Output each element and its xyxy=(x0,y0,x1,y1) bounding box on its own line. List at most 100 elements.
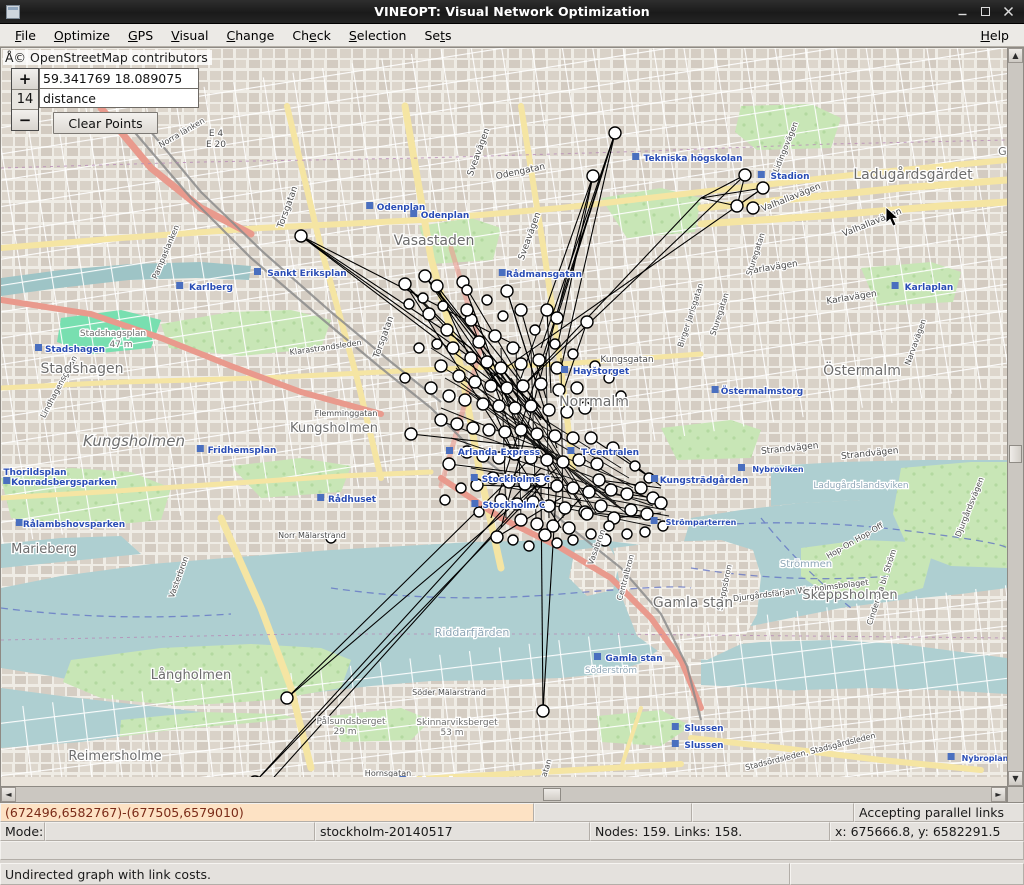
poi-marker-icon xyxy=(176,282,184,289)
map-horizontal-scrollbar-row: ◄ ► xyxy=(0,786,1024,803)
map-label: Stadshagsplan xyxy=(80,329,146,339)
map-label: Stadion xyxy=(771,172,810,182)
map-label: Kungsholmen xyxy=(83,432,185,450)
poi-marker-icon xyxy=(671,740,679,747)
zoom-level-display: 14 xyxy=(12,90,38,110)
cursor-coordinates: x: 675666.8, y: 6582291.5 xyxy=(830,822,1024,841)
poi-marker-icon xyxy=(947,753,955,760)
poi-marker-icon xyxy=(671,723,679,730)
extent-display: (672496,6582767)-(677505,6579010) xyxy=(0,803,534,822)
scroll-up-button[interactable]: ▲ xyxy=(1008,48,1023,63)
map-label: 53 m xyxy=(440,728,463,738)
application-window: VINEOPT: Visual Network Optimization Fil… xyxy=(0,0,1024,885)
map-label: Kungsholmen xyxy=(290,421,378,436)
close-button[interactable] xyxy=(1002,5,1015,18)
map-label: Sankt Eriksplan xyxy=(267,269,346,279)
vertical-scroll-thumb[interactable] xyxy=(1009,445,1022,464)
status-row-3 xyxy=(0,841,1024,860)
poi-marker-icon xyxy=(651,475,658,482)
map-fields: Clear Points xyxy=(39,68,199,134)
map-label: Odenplan xyxy=(421,211,470,221)
map-label: Söder Mälarstrand xyxy=(412,688,486,697)
poi-marker-icon xyxy=(317,494,325,501)
parallel-links-status: Accepting parallel links xyxy=(854,803,1024,822)
map-label: Odenplan xyxy=(377,203,426,213)
clear-points-button[interactable]: Clear Points xyxy=(53,112,158,134)
map-horizontal-scrollbar[interactable]: ◄ ► xyxy=(0,786,1007,803)
window-icon xyxy=(6,4,20,19)
dataset-name: stockholm-20140517 xyxy=(315,822,590,841)
map-label: Hornsgatan xyxy=(365,769,411,777)
poi-marker-icon xyxy=(498,269,506,276)
map-label: Kungsträdgården xyxy=(660,475,749,486)
map-label: Norr Mälarstrand xyxy=(278,531,346,540)
poi-marker-icon xyxy=(757,171,765,178)
map-label: Skeppsholmen xyxy=(802,588,897,603)
poi-marker-icon xyxy=(410,210,418,217)
menu-bar: File Optimize GPS Visual Change Check Se… xyxy=(0,24,1024,47)
status-row-4: Undirected graph with link costs. xyxy=(0,863,1024,885)
map-label: Ladugårdsgärdet xyxy=(853,166,973,183)
scroll-right-button[interactable]: ► xyxy=(991,787,1006,802)
poi-marker-icon xyxy=(446,447,453,454)
scroll-left-button[interactable]: ◄ xyxy=(1,787,16,802)
menu-visual[interactable]: Visual xyxy=(162,26,217,45)
map-viewport[interactable]: Odengatan Sveavägen Sveavägen Torsgatan Tors… xyxy=(0,47,1007,786)
title-bar: VINEOPT: Visual Network Optimization xyxy=(0,0,1024,24)
horizontal-scroll-thumb[interactable] xyxy=(542,788,561,801)
poi-marker-icon xyxy=(567,447,575,454)
poi-marker-icon xyxy=(711,386,719,393)
minimize-button[interactable] xyxy=(956,5,969,18)
status-bar: (672496,6582767)-(677505,6579010) Accept… xyxy=(0,803,1024,885)
zoom-out-button[interactable]: − xyxy=(12,110,38,130)
map-label: Flemminggatan xyxy=(315,409,378,418)
horizontal-scroll-track[interactable] xyxy=(16,787,991,802)
menu-check[interactable]: Check xyxy=(283,26,339,45)
poi-marker-icon xyxy=(632,153,640,160)
menu-help[interactable]: Help xyxy=(971,26,1018,45)
map-canvas[interactable]: OdengatanSveavägenSveavägenTorsgatanTors… xyxy=(1,48,1007,777)
node-link-counts: Nodes: 159. Links: 158. xyxy=(590,822,830,841)
map-label: Gamla stan xyxy=(605,654,662,664)
map-label: Stockholms C xyxy=(482,475,551,485)
map-label: Söderström xyxy=(585,666,637,676)
map-label: Karlberg xyxy=(189,283,233,293)
map-label: Gar xyxy=(998,145,1007,158)
scrollbar-corner xyxy=(1007,786,1024,803)
coordinate-input[interactable] xyxy=(39,68,199,88)
menu-change[interactable]: Change xyxy=(217,26,283,45)
vertical-scroll-track[interactable] xyxy=(1008,63,1023,771)
map-label: Thorildsplan xyxy=(3,468,66,478)
map-label: Vasastaden xyxy=(394,233,475,249)
poi-marker-icon xyxy=(891,282,899,289)
poi-marker-icon xyxy=(471,500,479,507)
map-label: Tekniska högskolan xyxy=(644,154,743,164)
menu-sets[interactable]: Sets xyxy=(415,26,460,45)
map-label: Kungsgatan xyxy=(600,355,653,365)
map-vertical-scrollbar[interactable]: ▲ ▼ xyxy=(1007,47,1024,786)
metric-input[interactable] xyxy=(39,88,199,108)
zoom-control: + 14 − xyxy=(11,68,39,131)
map-label: 29 m xyxy=(333,727,356,737)
scroll-down-button[interactable]: ▼ xyxy=(1008,771,1023,786)
maximize-button[interactable] xyxy=(979,5,992,18)
map-label: Konradsbergsparken xyxy=(11,478,117,488)
maximize-icon xyxy=(981,7,990,16)
menu-optimize[interactable]: Optimize xyxy=(45,26,119,45)
zoom-in-button[interactable]: + xyxy=(12,69,38,90)
map-label: Stadshagen xyxy=(45,345,105,355)
map-label: Östermalm xyxy=(823,361,901,379)
status-row-1: (672496,6582767)-(677505,6579010) Accept… xyxy=(0,803,1024,822)
poi-marker-icon xyxy=(254,268,261,275)
menu-selection[interactable]: Selection xyxy=(340,26,416,45)
poi-marker-icon xyxy=(15,519,23,526)
map-label: Nybroplan xyxy=(962,754,1007,763)
menu-file[interactable]: File xyxy=(6,26,45,45)
map-label: Pålsundsberget xyxy=(316,716,386,727)
menu-gps[interactable]: GPS xyxy=(119,26,162,45)
map-label: Norrmalm xyxy=(559,394,629,410)
poi-marker-icon xyxy=(738,464,745,471)
map-label: Gamla stan xyxy=(653,595,733,611)
map-label: Rådhuset xyxy=(328,494,377,505)
map-label: Arlanda Express xyxy=(458,448,540,458)
